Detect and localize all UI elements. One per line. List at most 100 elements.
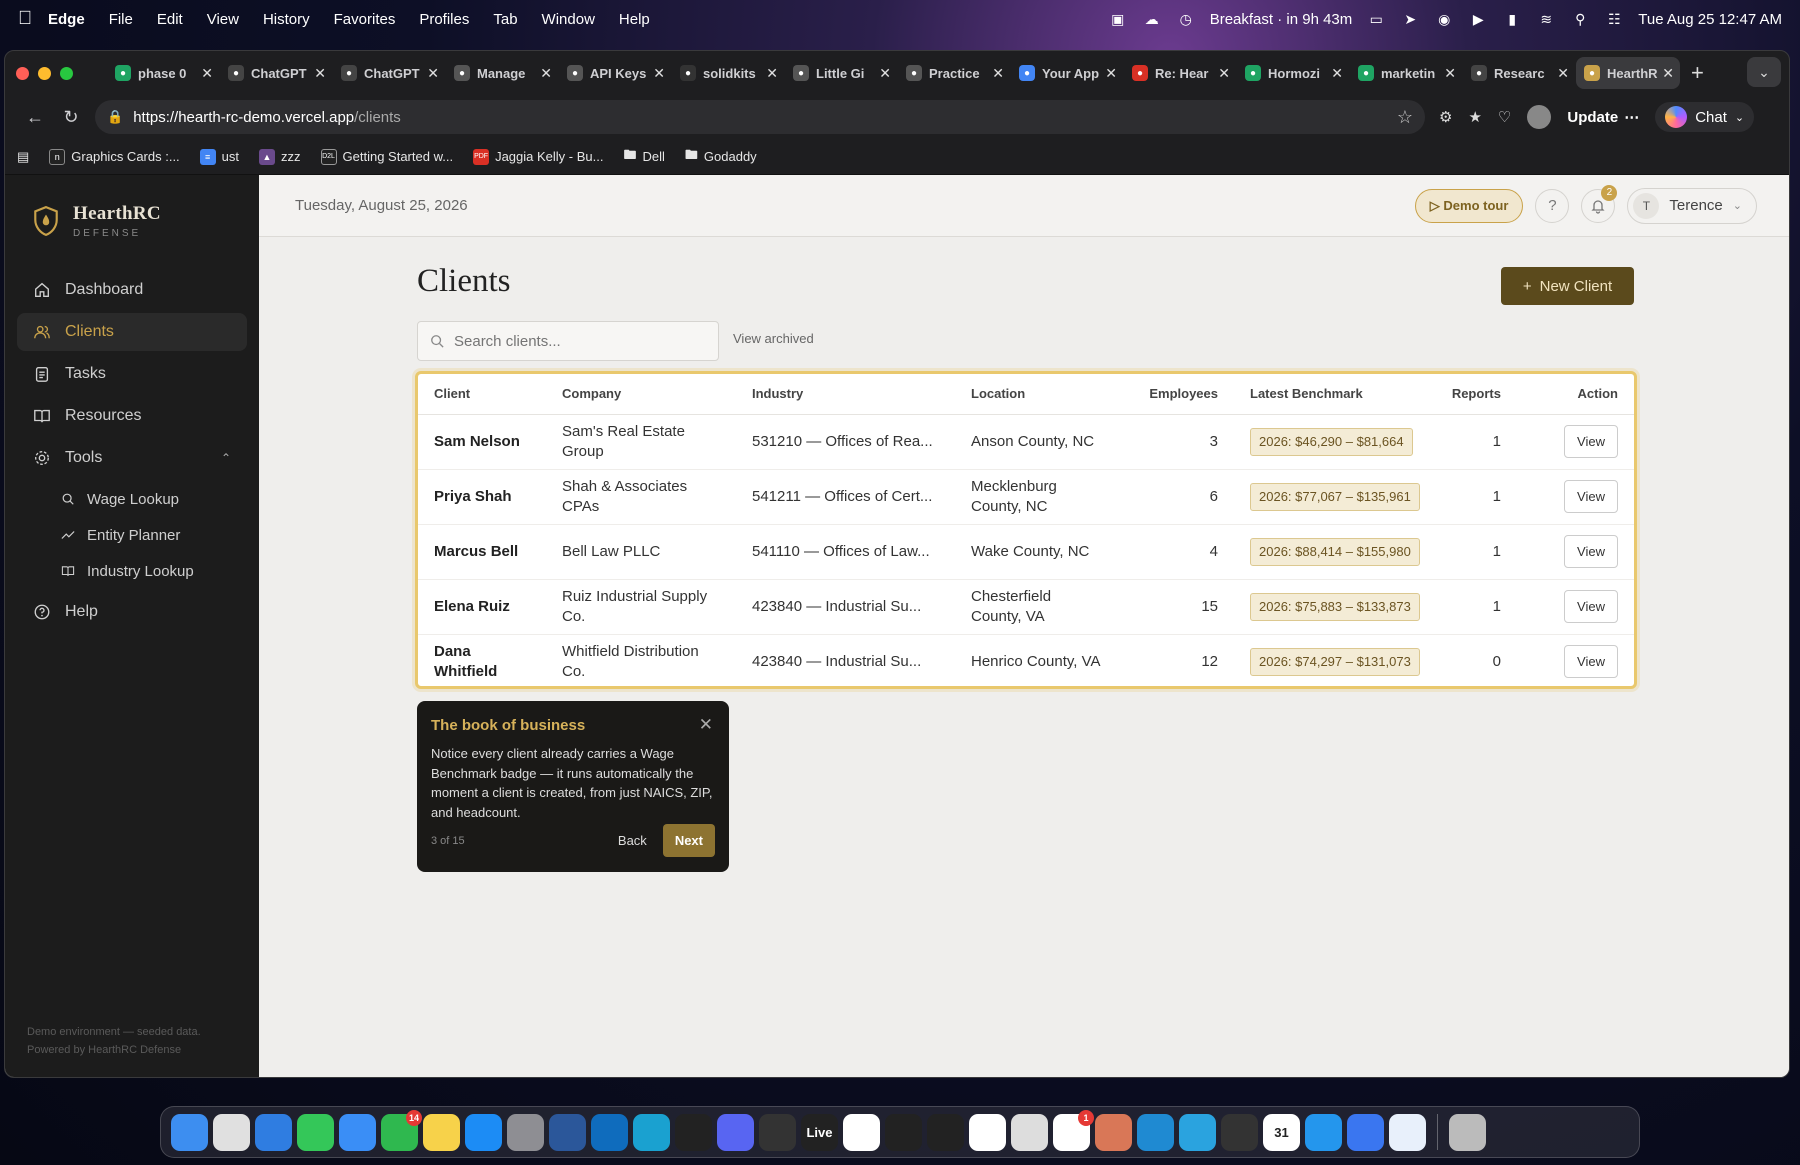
apple-icon[interactable]:  (18, 8, 48, 30)
battery-icon[interactable]: ▮ (1502, 10, 1522, 28)
column-header[interactable]: Latest Benchmark (1234, 374, 1436, 415)
app-store-icon[interactable] (465, 1113, 502, 1151)
cube-icon[interactable]: ▣ (1108, 10, 1128, 28)
table-row[interactable]: Sam Nelson Sam's Real Estate Group 53121… (418, 414, 1634, 470)
view-client-button[interactable]: View (1564, 535, 1618, 568)
user-menu[interactable]: T Terence ⌄ (1627, 187, 1757, 224)
new-client-button[interactable]: + New Client (1501, 267, 1634, 305)
settings-icon[interactable] (507, 1113, 544, 1151)
back-arrow-icon[interactable]: ← (17, 107, 53, 128)
zoom-window-button[interactable] (60, 66, 73, 80)
screen-icon[interactable]: ▭ (1366, 10, 1386, 28)
browser-tab[interactable]: ● Re: Hear ✕ (1124, 57, 1236, 89)
browser-tab[interactable]: ● ChatGPT ✕ (333, 57, 445, 89)
menu-app[interactable]: Edge (48, 11, 85, 28)
search-input[interactable] (454, 332, 694, 350)
close-tab-icon[interactable]: ✕ (314, 65, 326, 82)
browser-tab[interactable]: ● Little Gi ✕ (785, 57, 897, 89)
close-tab-icon[interactable]: ✕ (1557, 65, 1569, 82)
bookmark-folder-godaddy[interactable]: 🖿 Godaddy (685, 146, 757, 168)
close-tab-icon[interactable]: ✕ (992, 65, 1004, 82)
notification-icon[interactable]: ➤ (1400, 10, 1420, 28)
extensions-icon[interactable]: ⚙ (1439, 108, 1452, 126)
drive-icon[interactable] (969, 1113, 1006, 1151)
browser-tab[interactable]: ● Manage ✕ (446, 57, 558, 89)
onedrive-icon[interactable] (591, 1113, 628, 1151)
discord-icon[interactable] (717, 1113, 754, 1151)
lightbulb-icon[interactable] (1389, 1113, 1426, 1151)
sidebar-subitem-industry-lookup[interactable]: Industry Lookup (17, 553, 247, 589)
chatgpt-icon[interactable] (675, 1113, 712, 1151)
column-header[interactable]: Client (418, 374, 546, 415)
safari-icon[interactable] (255, 1113, 292, 1151)
terminal-icon[interactable] (927, 1113, 964, 1151)
close-tab-icon[interactable]: ✕ (766, 65, 778, 82)
docker-icon[interactable] (1305, 1113, 1342, 1151)
close-tab-icon[interactable]: ✕ (1444, 65, 1456, 82)
column-header[interactable]: Company (546, 374, 736, 415)
table-row[interactable]: Elena Ruiz Ruiz Industrial Supply Co. 42… (418, 579, 1634, 635)
notion-icon[interactable] (843, 1113, 880, 1151)
browser-tab[interactable]: ● Practice ✕ (898, 57, 1010, 89)
close-tab-icon[interactable]: ✕ (1662, 65, 1674, 82)
view-client-button[interactable]: View (1564, 425, 1618, 458)
close-tab-icon[interactable]: ✕ (879, 65, 891, 82)
bookmark-jaggia-kelly[interactable]: PDF Jaggia Kelly - Bu... (473, 148, 603, 165)
column-header[interactable]: Employees (1121, 374, 1234, 415)
view-client-button[interactable]: View (1564, 590, 1618, 623)
messages-icon[interactable] (297, 1113, 334, 1151)
sidebar-item-clients[interactable]: Clients (17, 313, 247, 351)
chevron-up-icon[interactable]: ⌃ (221, 451, 231, 465)
menu-edit[interactable]: Edit (157, 11, 183, 28)
word-icon[interactable] (549, 1113, 586, 1151)
edge-icon[interactable] (633, 1113, 670, 1151)
finder-icon[interactable] (171, 1113, 208, 1151)
activity-icon[interactable] (885, 1113, 922, 1151)
davinci-icon[interactable] (759, 1113, 796, 1151)
cube-icon[interactable] (1221, 1113, 1258, 1151)
vscode-icon[interactable] (1137, 1113, 1174, 1151)
menu-view[interactable]: View (207, 11, 239, 28)
facetime-icon[interactable]: 14 (381, 1109, 422, 1151)
address-bar[interactable]: 🔒 https://hearth-rc-demo.vercel.app/clie… (95, 100, 1425, 134)
column-header[interactable]: Location (955, 374, 1121, 415)
close-tab-icon[interactable]: ✕ (653, 65, 665, 82)
tab-actions-chevron-icon[interactable]: ⌄ (1747, 57, 1781, 87)
close-tab-icon[interactable]: ✕ (1218, 65, 1230, 82)
signal-icon[interactable] (1347, 1113, 1384, 1151)
close-window-button[interactable] (16, 66, 29, 80)
browser-tab[interactable]: ● Researc ✕ (1463, 57, 1575, 89)
focus-icon[interactable]: ◉ (1434, 10, 1454, 28)
table-row[interactable]: Priya Shah Shah & Associates CPAs 541211… (418, 469, 1634, 525)
wifi-icon[interactable]: ≋ (1536, 10, 1556, 28)
telegram-icon[interactable] (1179, 1113, 1216, 1151)
play-icon[interactable]: ▶ (1468, 10, 1488, 28)
menu-history[interactable]: History (263, 11, 310, 28)
minimize-window-button[interactable] (38, 66, 51, 80)
bookmark-folder-dell[interactable]: 🖿 Dell (623, 146, 664, 168)
close-tab-icon[interactable]: ✕ (201, 65, 213, 82)
health-icon[interactable]: ♡ (1498, 108, 1511, 126)
sidebar-item-tools[interactable]: Tools ⌃ (17, 439, 247, 477)
calendar-icon[interactable]: 31 (1263, 1113, 1300, 1151)
mail-icon[interactable] (339, 1113, 376, 1151)
tour-back-button[interactable]: Back (618, 833, 647, 848)
browser-tab[interactable]: ● API Keys ✕ (559, 57, 671, 89)
close-tab-icon[interactable]: ✕ (1331, 65, 1343, 82)
table-row[interactable]: Dana Whitfield Whitfield Distribution Co… (418, 634, 1634, 689)
timer-icon[interactable]: ◷ (1176, 10, 1196, 28)
menu-file[interactable]: File (109, 11, 133, 28)
sidebar-item-resources[interactable]: Resources (17, 397, 247, 435)
favorites-icon[interactable]: ★ (1468, 108, 1481, 126)
sidebar-toggle-icon[interactable]: ▤ (17, 149, 29, 165)
browser-tab[interactable]: ● solidkits ✕ (672, 57, 784, 89)
sidebar-item-help[interactable]: Help (17, 593, 247, 631)
notes-icon[interactable] (423, 1113, 460, 1151)
spotlight-search-icon[interactable]: ⚲ (1570, 10, 1590, 28)
trash-icon[interactable] (1449, 1113, 1486, 1151)
menu-favorites[interactable]: Favorites (334, 11, 396, 28)
help-button[interactable]: ? (1535, 188, 1570, 223)
bookmark-zzz[interactable]: ▲ zzz (259, 148, 301, 165)
sidebar-item-tasks[interactable]: Tasks (17, 355, 247, 393)
browser-tab[interactable]: ● phase 0 ✕ (107, 57, 219, 89)
